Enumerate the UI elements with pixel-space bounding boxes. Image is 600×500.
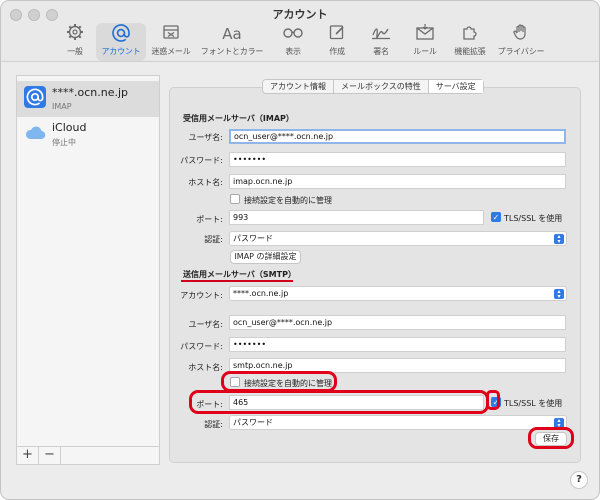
accounts-sidebar: ****.ocn.ne.jp IMAP iCloud 停止中 + −: [16, 75, 160, 465]
chevron-updown-icon: ▴ ▾: [554, 234, 564, 245]
outgoing-server-heading: 送信用メールサーバ（SMTP）: [183, 270, 296, 279]
incoming-port-label: ポート:: [196, 215, 223, 224]
incoming-password-label: パスワード:: [180, 156, 223, 165]
toolbar-extensions[interactable]: 機能拡張: [449, 23, 491, 61]
at-sign-icon: [96, 23, 146, 45]
compose-icon: [319, 23, 355, 45]
rules-icon: [407, 23, 443, 45]
at-sign-icon: [24, 86, 46, 108]
toolbar-junk-mail[interactable]: 迷惑メール: [148, 23, 194, 61]
sidebar-footer: + −: [17, 446, 159, 464]
help-button[interactable]: ?: [570, 471, 588, 489]
incoming-host-label: ホスト名:: [188, 178, 223, 187]
highlight-auto-manage: [221, 371, 337, 392]
toolbar-rules[interactable]: ルール: [407, 23, 443, 61]
tab-mailbox-behaviors[interactable]: メールボックスの特性: [334, 80, 429, 93]
preferences-toolbar: アカウント 一般 アカウント 迷惑メール Aa フォントとカラー 表示 作成 署…: [1, 1, 599, 62]
chevron-updown-icon: ▴ ▾: [554, 289, 564, 300]
outgoing-password-field[interactable]: •••••••: [229, 337, 566, 352]
mail-preferences-window: アカウント 一般 アカウント 迷惑メール Aa フォントとカラー 表示 作成 署…: [0, 0, 600, 500]
incoming-tls-label: TLS/SSL を使用: [504, 214, 563, 223]
incoming-password-field[interactable]: •••••••: [229, 152, 566, 167]
highlight-underline: [181, 280, 293, 282]
window-title: アカウント: [272, 8, 328, 21]
incoming-port-field[interactable]: 993: [229, 210, 484, 225]
outgoing-password-label: パスワード:: [180, 342, 223, 351]
glasses-icon: [276, 23, 310, 45]
outgoing-username-label: ユーザ名:: [188, 320, 223, 329]
signature-icon: [363, 23, 399, 45]
toolbar-fonts-colors[interactable]: Aa フォントとカラー: [197, 23, 267, 61]
outgoing-host-label: ホスト名:: [188, 363, 223, 372]
outgoing-auth-label: 認証:: [204, 420, 223, 429]
outgoing-username-field[interactable]: ocn_user@****.ocn.ne.jp: [229, 315, 566, 330]
imap-advanced-settings-button[interactable]: IMAP の詳細設定: [230, 250, 301, 264]
account-name: ****.ocn.ne.jp: [52, 86, 129, 99]
font-icon: Aa: [222, 25, 242, 43]
toolbar-privacy[interactable]: プライバシー: [493, 23, 549, 61]
outgoing-auth-popup[interactable]: パスワード ▴ ▾: [229, 415, 567, 430]
toolbar-signatures[interactable]: 署名: [363, 23, 399, 61]
account-tabs: アカウント情報 メールボックスの特性 サーバ設定: [262, 79, 484, 94]
incoming-server-heading: 受信用メールサーバ（IMAP）: [183, 114, 294, 123]
outgoing-account-popup[interactable]: ****.ocn.ne.jp ▴ ▾: [229, 286, 567, 301]
incoming-auto-manage-label: 接続設定を自動的に管理: [244, 196, 332, 205]
add-account-button[interactable]: +: [17, 447, 39, 464]
tab-account-info[interactable]: アカウント情報: [263, 80, 334, 93]
highlight-port: [189, 390, 489, 414]
account-row-icloud[interactable]: iCloud 停止中: [17, 116, 159, 152]
highlight-tls: [486, 390, 500, 410]
gear-icon: [57, 23, 93, 45]
remove-account-button[interactable]: −: [39, 447, 61, 464]
incoming-auth-label: 認証:: [204, 235, 223, 244]
account-status: 停止中: [52, 138, 76, 147]
junk-tray-icon: [148, 23, 194, 45]
puzzle-icon: [449, 23, 491, 45]
incoming-username-field[interactable]: ocn_user@****.ocn.ne.jp: [229, 129, 566, 144]
cloud-icon: [24, 125, 46, 145]
toolbar-viewing[interactable]: 表示: [276, 23, 310, 61]
account-name: iCloud: [52, 121, 87, 134]
incoming-username-label: ユーザ名:: [188, 133, 223, 142]
outgoing-account-label: アカウント:: [180, 291, 223, 300]
incoming-auto-manage-checkbox[interactable]: [230, 194, 240, 204]
toolbar-general[interactable]: 一般: [57, 23, 93, 61]
account-row-ocn[interactable]: ****.ocn.ne.jp IMAP: [17, 81, 159, 117]
tab-server-settings[interactable]: サーバ設定: [428, 80, 483, 93]
highlight-save: [528, 427, 574, 449]
incoming-tls-checkbox[interactable]: ✓: [491, 212, 501, 222]
incoming-auth-popup[interactable]: パスワード ▴ ▾: [229, 231, 567, 246]
toolbar-composing[interactable]: 作成: [319, 23, 355, 61]
account-type: IMAP: [52, 102, 72, 111]
incoming-host-field[interactable]: imap.ocn.ne.jp: [229, 174, 566, 189]
hand-icon: [493, 23, 549, 45]
toolbar-accounts[interactable]: アカウント: [96, 23, 146, 61]
outgoing-tls-label: TLS/SSL を使用: [504, 399, 563, 408]
